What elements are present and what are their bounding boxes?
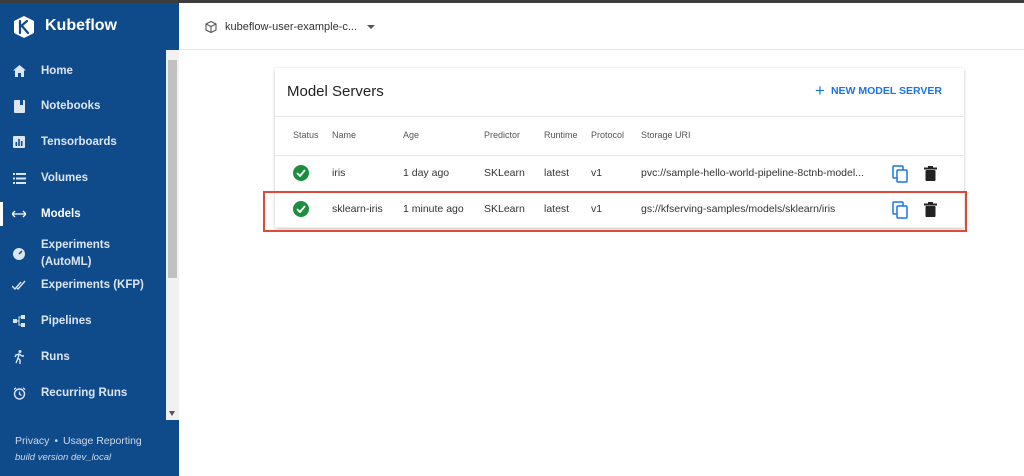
cell-storage-uri: pvc://sample-hello-world-pipeline-8ctnb-…	[641, 167, 864, 179]
namespace-selector[interactable]: kubeflow-user-example-c...	[205, 19, 376, 35]
sidebar-item-label: Models	[41, 207, 81, 220]
new-model-server-label: NEW MODEL SERVER	[830, 85, 942, 97]
home-icon	[12, 64, 26, 78]
run-icon	[12, 350, 26, 364]
pipeline-icon	[12, 314, 26, 328]
usage-reporting-link[interactable]: Usage Reporting	[63, 435, 142, 447]
column-header-name[interactable]: Name	[332, 130, 356, 140]
card-title: Model Servers	[287, 83, 384, 100]
sidebar-item-pipelines[interactable]: Pipelines	[0, 303, 166, 339]
cell-age: 1 day ago	[403, 167, 450, 179]
sidebar-item-models[interactable]: Models	[0, 196, 166, 232]
kubeflow-logo-icon	[14, 16, 34, 38]
brand[interactable]: Kubeflow	[0, 3, 179, 51]
sidebar-item-label: Recurring Runs	[41, 386, 128, 399]
copy-icon[interactable]	[892, 165, 908, 183]
sidebar-item-recurring-runs[interactable]: Recurring Runs	[0, 375, 166, 411]
sidebar-item-label: Tensorboards	[41, 135, 117, 148]
cell-name[interactable]: iris	[332, 167, 345, 179]
sidebar-item-home[interactable]: Home	[0, 53, 166, 89]
highlight-box	[263, 191, 967, 232]
sidebar-item-notebooks[interactable]: Notebooks	[0, 88, 166, 124]
column-header-predictor[interactable]: Predictor	[484, 130, 520, 140]
list-icon	[12, 171, 26, 185]
sidebar-item-label: Experiments (AutoML)	[41, 239, 111, 268]
sidebar-item-label: Runs	[41, 350, 70, 363]
sidebar-item-runs[interactable]: Runs	[0, 339, 166, 375]
arrows-icon	[12, 207, 26, 221]
table-row[interactable]: iris 1 day ago SKLearn latest v1 pvc://s…	[275, 156, 964, 192]
column-header-protocol[interactable]: Protocol	[591, 130, 624, 140]
plus-icon: +	[815, 81, 825, 100]
column-header-age[interactable]: Age	[403, 130, 419, 140]
column-header-runtime[interactable]: Runtime	[544, 130, 578, 140]
scroll-down-arrow-icon[interactable]	[169, 411, 175, 416]
column-header-status[interactable]: Status	[293, 130, 319, 140]
scrollbar-thumb[interactable]	[168, 60, 177, 278]
book-icon	[12, 99, 26, 113]
status-ready-icon	[293, 165, 309, 181]
sidebar-scrollbar[interactable]	[166, 50, 179, 420]
cell-runtime: latest	[544, 167, 570, 179]
sidebar-item-label: Experiments (KFP)	[41, 278, 144, 291]
privacy-link[interactable]: Privacy	[15, 435, 49, 447]
chart-icon	[12, 135, 26, 149]
sidebar-item-label: Pipelines	[41, 314, 92, 327]
sidebar-item-label: Home	[41, 64, 73, 77]
top-bar: kubeflow-user-example-c...	[179, 3, 1024, 50]
namespace-label: kubeflow-user-example-c...	[225, 21, 358, 33]
column-header-storage-uri[interactable]: Storage URI	[641, 130, 691, 140]
cell-protocol: v1	[591, 167, 603, 179]
app-title: Kubeflow	[45, 17, 117, 34]
sidebar-item-tensorboards[interactable]: Tensorboards	[0, 124, 166, 160]
delete-icon[interactable]	[924, 166, 937, 181]
build-version: build version dev_local	[15, 452, 112, 463]
sidebar-item-volumes[interactable]: Volumes	[0, 160, 166, 196]
cell-predictor: SKLearn	[484, 167, 525, 179]
footer-separator: •	[54, 435, 58, 447]
speed-icon	[12, 247, 26, 261]
check-icon	[12, 278, 26, 292]
table-header: Status Name Age Predictor Runtime Protoc…	[275, 116, 964, 156]
sidebar-item-experiments-kfp[interactable]: Experiments (KFP)	[0, 267, 166, 303]
sidebar-item-label: Volumes	[41, 171, 89, 184]
alarm-icon	[12, 386, 26, 400]
sidebar-footer: Privacy • Usage Reporting build version …	[15, 435, 142, 463]
chevron-down-icon	[367, 25, 376, 29]
sidebar: Kubeflow Home Notebooks Tensorboards Vol…	[0, 3, 179, 476]
new-model-server-button[interactable]: + NEW MODEL SERVER	[815, 82, 942, 100]
cube-icon	[205, 21, 217, 33]
sidebar-item-label: Notebooks	[41, 99, 101, 112]
